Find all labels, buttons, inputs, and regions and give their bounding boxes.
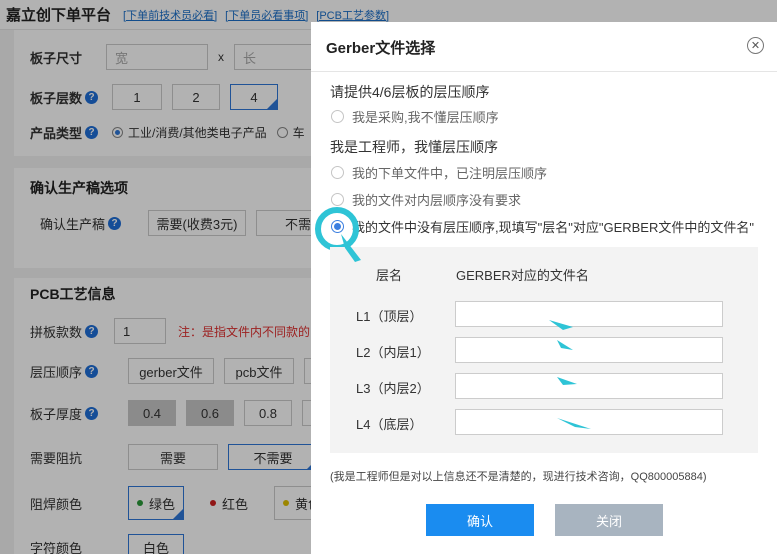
layer-l4-label: L4（底层） [356, 417, 423, 432]
layer-l2-label: L2（内层1） [356, 345, 430, 360]
consult-note: (我是工程师但是对以上信息还不是清楚的，现进行技术咨询，QQ800005884) [330, 471, 707, 483]
layer-l4-input[interactable] [455, 409, 723, 435]
option-in-file-text: 我的下单文件中，已注明层压顺序 [352, 166, 548, 181]
layer-l1-input[interactable] [455, 301, 723, 327]
radio-no-requirement[interactable] [331, 193, 344, 206]
layer-l3-label: L3（内层2） [356, 381, 430, 396]
dialog-title: Gerber文件选择 [326, 40, 436, 57]
confirm-button[interactable]: 确认 [426, 504, 534, 536]
close-icon[interactable]: ✕ [747, 37, 764, 54]
layer-l1-label: L1（顶层） [356, 309, 423, 324]
column-gerber-file: GERBER对应的文件名 [456, 268, 589, 283]
option-fill-layers-text: 我的文件中没有层压顺序,现填写"层名"对应"GERBER文件中的文件名" [352, 220, 754, 235]
layer-l3-input[interactable] [455, 373, 723, 399]
highlight-ring [315, 207, 359, 251]
layer-mapping-panel: 层名 GERBER对应的文件名 L1（顶层） L2（内层1） L3（内层2） L… [330, 247, 758, 453]
radio-in-file[interactable] [331, 166, 344, 179]
column-layer-name: 层名 [376, 268, 403, 283]
option-fill-layers[interactable]: 我的文件中没有层压顺序,现填写"层名"对应"GERBER文件中的文件名" [331, 217, 754, 236]
gerber-dialog: Gerber文件选择 ✕ 请提供4/6层板的层压顺序 我是采购,我不懂层压顺序 … [311, 22, 777, 554]
close-button[interactable]: 关闭 [555, 504, 663, 536]
option-buyer[interactable]: 我是采购,我不懂层压顺序 [331, 107, 499, 126]
option-buyer-text: 我是采购,我不懂层压顺序 [352, 110, 499, 125]
question-engineer: 我是工程师，我懂层压顺序 [330, 139, 498, 155]
option-no-requirement[interactable]: 我的文件对内层顺序没有要求 [331, 190, 521, 209]
layer-l2-input[interactable] [455, 337, 723, 363]
option-in-file[interactable]: 我的下单文件中，已注明层压顺序 [331, 163, 547, 182]
option-no-requirement-text: 我的文件对内层顺序没有要求 [352, 193, 522, 208]
radio-buyer[interactable] [331, 110, 344, 123]
dialog-header: Gerber文件选择 ✕ [311, 22, 777, 72]
question-stackup: 请提供4/6层板的层压顺序 [330, 84, 490, 100]
